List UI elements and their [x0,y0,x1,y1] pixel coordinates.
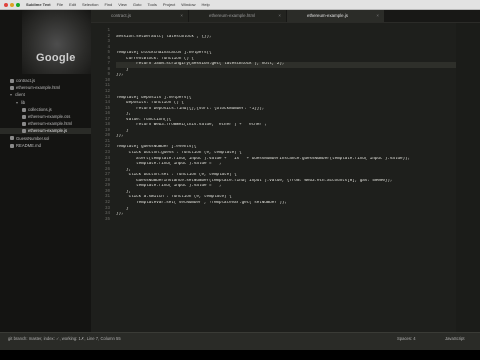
sidebar-item-label: ethereum-example.js [28,128,68,134]
sidebar-item-label: contract.js [16,78,36,83]
editor-tab[interactable]: ethereum-example.js × [287,10,384,22]
minimap[interactable] [456,23,480,332]
menu-item[interactable]: Edit [69,2,76,7]
close-tab-icon[interactable]: × [376,10,379,22]
tab-label: ethereum-example.html [209,13,256,18]
menu-item[interactable]: Selection [82,2,98,7]
status-text: git branch: master, index: ✓, working: 1… [8,336,121,341]
sidebar-file[interactable]: ethereum-example.html [0,121,91,127]
file-icon [10,78,14,83]
sidebar-item-label: ethereum-example.html [28,121,72,127]
sidebar-folder[interactable]: ▾ client [0,92,91,98]
file-icon [22,114,26,119]
editor-window: Google contract.js ethereum-example.html ▾… [0,10,480,351]
zoom-window-icon[interactable] [16,2,20,7]
folder-chevron-icon: ▾ [10,92,13,98]
code-editor[interactable]: 1 2 3 4 5 6 7 8 9 10 11 12 13 14 15 16 17 18 19 20 21 22 23 24 2… [91,23,480,332]
file-icon [22,122,26,127]
sidebar-file[interactable]: ethereum-example.html [0,85,91,91]
menu-items: File Edit Selection Find View Goto Tools Projec… [57,2,216,7]
status-bar: git branch: master, index: ✓, working: 1… [0,332,480,351]
file-icon [22,129,26,134]
tab-bar: contract.js × ethereum-example.html × ethere… [91,10,480,23]
google-logo: Google [22,10,91,74]
sidebar-folder[interactable]: ▾ lib [0,100,91,106]
logo-text: Google [36,52,76,64]
letterbox-bottom [0,350,480,360]
menu-item[interactable]: Window [181,2,195,7]
window-controls [4,2,20,7]
file-icon [10,143,14,148]
folder-chevron-icon: ▾ [16,99,19,105]
sidebar-item-label: GuessNumber.sol [16,135,50,141]
sidebar-file[interactable]: README.md [0,143,91,149]
menu-item[interactable]: Project [163,2,175,7]
indentation-status[interactable]: Spaces: 4 [397,336,416,341]
app-name[interactable]: Sublime Text [26,2,51,7]
sidebar-item-label: README.md [16,142,41,148]
sidebar-file[interactable]: ethereum-example.css [0,114,91,120]
sidebar-item-label: collections.js [28,106,52,112]
menu-item[interactable]: Goto [133,2,142,7]
file-icon [22,107,26,112]
tab-label: ethereum-example.js [307,13,348,18]
editor-tab[interactable]: ethereum-example.html × [189,10,286,22]
sidebar-file[interactable]: collections.js [0,107,91,113]
file-icon [10,136,14,141]
sidebar-file[interactable]: contract.js [0,78,91,84]
sidebar-item-label: client [15,92,25,98]
sidebar-file[interactable]: GuessNumber.sol [0,136,91,142]
close-tab-icon[interactable]: × [278,10,281,22]
close-tab-icon[interactable]: × [180,10,183,22]
minimize-window-icon[interactable] [10,2,14,7]
line-number: 35 [104,217,110,222]
menu-item[interactable]: View [118,2,127,7]
code-line[interactable] [116,218,476,224]
code-area[interactable]: Session.setDefault('latestBlock', {}); Te… [116,29,476,223]
close-window-icon[interactable] [4,2,8,7]
sidebar-item-label: ethereum-example.css [28,114,71,119]
mac-menubar: Sublime Text File Edit Selection Find View Go… [0,0,480,10]
menu-item[interactable]: Help [202,2,210,7]
file-icon [10,86,14,91]
menu-item[interactable]: Tools [148,2,157,7]
line-number-gutter: 1 2 3 4 5 6 7 8 9 10 11 12 13 14 15 16 17 18 19 20 21 22 23 24 2… [91,29,113,223]
sidebar-item-label: ethereum-example.html [16,85,60,91]
sidebar-item-label: lib [21,99,26,105]
sidebar: Google contract.js ethereum-example.html ▾… [0,10,91,332]
editor-tab[interactable]: contract.js × [91,10,188,22]
menu-item[interactable]: File [57,2,63,7]
sidebar-file[interactable]: ethereum-example.js [0,128,91,135]
syntax-status[interactable]: JavaScript [445,336,465,341]
menu-item[interactable]: Find [104,2,112,7]
tab-label: contract.js [111,13,132,18]
